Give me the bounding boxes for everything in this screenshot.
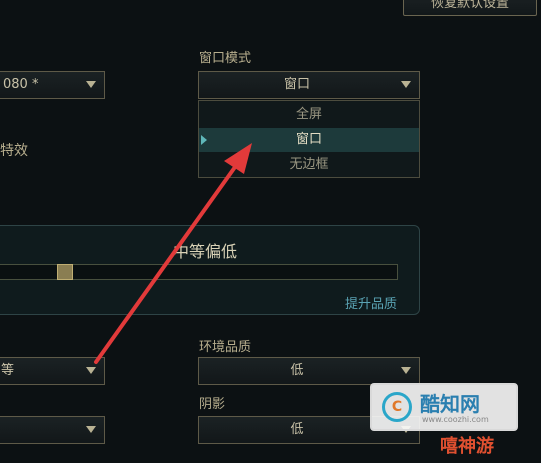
watermark-site-name: 酷知网	[420, 392, 480, 416]
watermark-url: www.coozhi.com	[422, 415, 489, 424]
watermark: C 酷知网 www.coozhi.com	[370, 383, 518, 431]
watermark-badge: 嘻神游	[440, 436, 494, 457]
watermark-logo-icon: C	[382, 392, 412, 422]
